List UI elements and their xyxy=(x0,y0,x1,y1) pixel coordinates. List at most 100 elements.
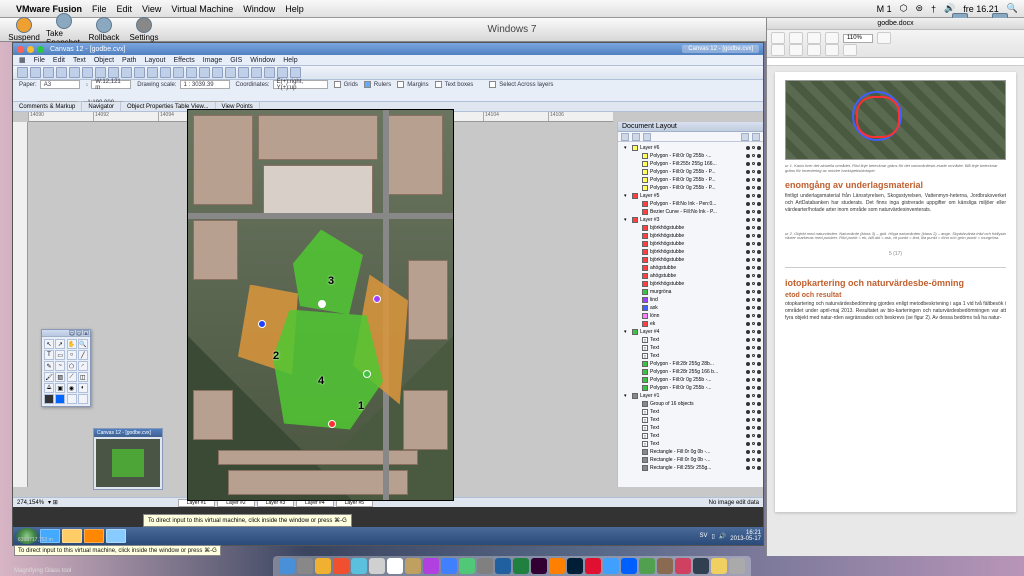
thumb-title[interactable]: Canvas 12 - [godbe.cvx] xyxy=(94,429,162,437)
layer-row[interactable]: Polygon - Fill:0r 0g 255b -... xyxy=(620,384,761,392)
tool-s2[interactable] xyxy=(55,394,65,404)
dock-21[interactable] xyxy=(675,558,691,574)
dock-word[interactable] xyxy=(495,558,511,574)
cmenu-effects[interactable]: Effects xyxy=(173,57,194,64)
layer-row[interactable]: Polygon - Fill:28r 255g 28b... xyxy=(620,360,761,368)
tool-poly[interactable]: ⬠ xyxy=(67,361,77,371)
tb-10[interactable] xyxy=(134,67,145,78)
dock-settings[interactable] xyxy=(297,558,313,574)
word-scroll[interactable]: ur 1. Karta över det aktuella området. R… xyxy=(767,66,1024,556)
layer-row[interactable]: lind xyxy=(620,296,761,304)
dock-19[interactable] xyxy=(639,558,655,574)
canvas-titlebar[interactable]: Canvas 12 - [godbe.cvx] Canvas 12 - [god… xyxy=(13,43,763,55)
map-canvas[interactable]: 1 2 3 4 xyxy=(188,110,453,500)
tb-18[interactable] xyxy=(238,67,249,78)
tool-arc[interactable]: ◜ xyxy=(78,361,88,371)
cmenu-edit[interactable]: Edit xyxy=(53,57,65,64)
menu-file[interactable]: File xyxy=(92,4,107,14)
menu-vm[interactable]: Virtual Machine xyxy=(171,4,233,14)
user-icon[interactable]: † xyxy=(931,4,936,14)
tb-16[interactable] xyxy=(212,67,223,78)
tb-cut[interactable] xyxy=(69,67,80,78)
canvas-tab-right[interactable]: Canvas 12 - [godbe.cvx] xyxy=(682,45,759,53)
cmenu-object[interactable]: Object xyxy=(94,57,114,64)
layer-row[interactable]: björkhögstubbe xyxy=(620,232,761,240)
layer-row[interactable]: Bezier Curve - Fill:No Ink - P... xyxy=(620,208,761,216)
tool-erase[interactable]: ◫ xyxy=(78,372,88,382)
layer-row[interactable]: björkhögstubbe xyxy=(620,240,761,248)
zoom-field[interactable]: 274,154% xyxy=(17,500,44,506)
cmenu-layout[interactable]: Layout xyxy=(144,57,165,64)
layer-row[interactable]: murgröna xyxy=(620,288,761,296)
layer-row[interactable]: TText xyxy=(620,440,761,448)
dlt-5[interactable] xyxy=(752,133,760,141)
word-tb-home[interactable] xyxy=(771,32,785,44)
ft-layer5[interactable]: Layer #5 xyxy=(336,499,373,507)
paper-select[interactable]: A3 xyxy=(40,80,80,89)
layer-row[interactable]: ahögstubbe xyxy=(620,264,761,272)
dlt-4[interactable] xyxy=(741,133,749,141)
dropbox-icon[interactable]: ⬡ xyxy=(900,3,908,14)
tb-22[interactable] xyxy=(290,67,301,78)
menu-window[interactable]: Window xyxy=(243,4,275,14)
word-tb-4[interactable] xyxy=(825,32,839,44)
tool-palette[interactable]: ▢▢✕ ↖↗✋🔍 T▭○╱ ✎~⬠◜ 🖌▨⟋◫ ⟁▣◉◐ xyxy=(41,329,91,407)
task-canvas[interactable] xyxy=(106,529,126,543)
word-tb-u[interactable] xyxy=(807,44,821,56)
ft-layer1[interactable]: Layer #1 xyxy=(178,499,215,507)
tool-curve[interactable]: ~ xyxy=(55,361,65,371)
layer-row[interactable]: björkhögstubbe xyxy=(620,256,761,264)
cmenu-path[interactable]: Path xyxy=(122,57,136,64)
tb-17[interactable] xyxy=(225,67,236,78)
layer-row[interactable]: ▾Layer #6 xyxy=(620,144,761,152)
tray-net-icon[interactable]: ▯ xyxy=(712,533,715,540)
layer-row[interactable]: ek xyxy=(620,320,761,328)
tb-21[interactable] xyxy=(277,67,288,78)
tb-14[interactable] xyxy=(186,67,197,78)
menu-edit[interactable]: Edit xyxy=(117,4,133,14)
settings-button[interactable]: Settings xyxy=(126,17,162,42)
word-titlebar[interactable]: godbe.docx xyxy=(767,18,1024,30)
layer-row[interactable]: TText xyxy=(620,408,761,416)
close-icon[interactable] xyxy=(17,46,24,53)
minimize-icon[interactable] xyxy=(27,46,34,53)
tool-bucket[interactable]: ▨ xyxy=(55,372,65,382)
tb-redo[interactable] xyxy=(121,67,132,78)
dock-20[interactable] xyxy=(657,558,673,574)
cmenu-file[interactable]: File xyxy=(34,57,45,64)
layer-row[interactable]: TText xyxy=(620,416,761,424)
dock-ai[interactable] xyxy=(549,558,565,574)
dock-mail[interactable] xyxy=(369,558,385,574)
ft-layer3[interactable]: Layer #3 xyxy=(257,499,294,507)
layer-row[interactable]: ▾Layer #3 xyxy=(620,216,761,224)
tray-date[interactable]: 2013-05-17 xyxy=(730,536,761,542)
thumbnail-image[interactable] xyxy=(96,439,160,487)
layer-row[interactable]: Rectangle - Fill:0r 0g 0b -... xyxy=(620,448,761,456)
tb-20[interactable] xyxy=(264,67,275,78)
tool-rect[interactable]: ▭ xyxy=(55,350,65,360)
dot-white[interactable] xyxy=(318,300,326,308)
dock-messages[interactable] xyxy=(459,558,475,574)
dock-finder[interactable] xyxy=(279,558,295,574)
layer-row[interactable]: Group of 16 objects xyxy=(620,400,761,408)
layer-row[interactable]: ask xyxy=(620,304,761,312)
dot-red[interactable] xyxy=(328,420,336,428)
tb-19[interactable] xyxy=(251,67,262,78)
layer-row[interactable]: Polygon - Fill:255r 255g 166... xyxy=(620,160,761,168)
tray-lang[interactable]: SV xyxy=(699,533,707,539)
dock-22[interactable] xyxy=(693,558,709,574)
tool-c1[interactable]: ◉ xyxy=(67,383,77,393)
dock-firefox[interactable] xyxy=(333,558,349,574)
tool-brush[interactable]: 🖌 xyxy=(44,372,54,382)
tool-direct[interactable]: ↗ xyxy=(55,339,65,349)
tb-12[interactable] xyxy=(160,67,171,78)
word-zoom[interactable]: 110% xyxy=(843,34,873,43)
ft-layer4[interactable]: Layer #4 xyxy=(296,499,333,507)
tool-text[interactable]: T xyxy=(44,350,54,360)
cmenu-image[interactable]: Image xyxy=(203,57,222,64)
dock-safari[interactable] xyxy=(351,558,367,574)
tab-comments[interactable]: Comments & Markup xyxy=(13,102,82,111)
cmenu-text[interactable]: Text xyxy=(73,57,86,64)
tool-c2[interactable]: ◐ xyxy=(78,383,88,393)
cmenu-gis[interactable]: GIS xyxy=(230,57,242,64)
